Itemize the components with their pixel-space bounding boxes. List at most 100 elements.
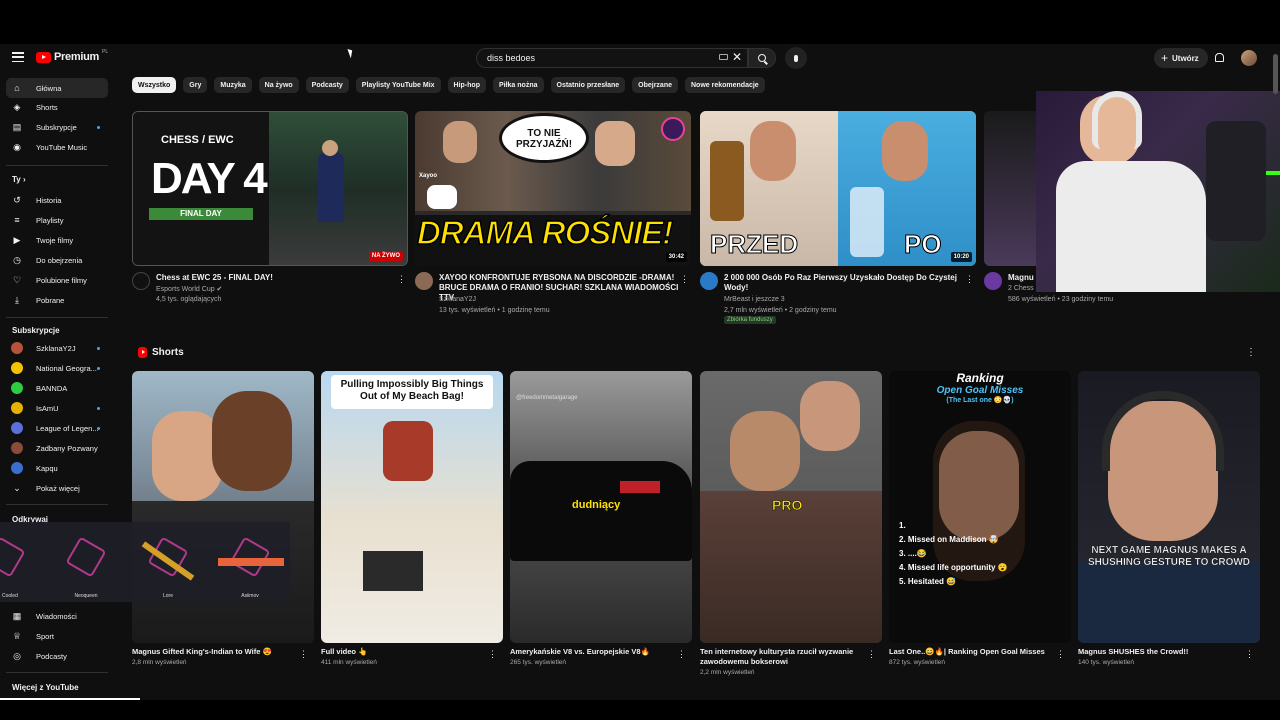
short-title[interactable]: Last One..😄🔥| Ranking Open Goal Misses bbox=[889, 647, 1049, 657]
podcast-icon: ◎ bbox=[13, 650, 21, 661]
channel-avatar[interactable] bbox=[415, 272, 433, 290]
video-title[interactable]: 2 000 000 Osób Po Raz Pierwszy Uzyskało … bbox=[724, 273, 964, 293]
subscription-item[interactable]: Kapqu bbox=[6, 458, 108, 478]
skin-item: Neoqueen bbox=[50, 522, 122, 602]
sidebar-item-home[interactable]: ⌂ Główna bbox=[6, 78, 108, 98]
sidebar-item-downloads[interactable]: ⤓ Pobrane bbox=[6, 290, 108, 310]
sidebar-item-news[interactable]: ▦ Wiadomości bbox=[6, 606, 108, 626]
youtube-premium-logo[interactable]: Premium PL bbox=[36, 49, 109, 63]
more-options-icon[interactable]: ⋮ bbox=[1056, 649, 1065, 660]
short-thumbnail[interactable]: PRO bbox=[700, 371, 882, 643]
more-options-icon[interactable]: ⋮ bbox=[1245, 649, 1254, 660]
sidebar-item-your-videos[interactable]: ▶ Twoje filmy bbox=[6, 230, 108, 250]
chip-recently-uploaded[interactable]: Ostatnio przesłane bbox=[550, 77, 626, 93]
short-thumbnail[interactable] bbox=[132, 371, 314, 643]
sidebar-item-podcasts[interactable]: ◎ Podcasty bbox=[6, 646, 108, 666]
chip-football[interactable]: Piłka nożna bbox=[492, 77, 544, 93]
short-title[interactable]: Magnus SHUSHES the Crowd!! bbox=[1078, 647, 1238, 657]
video-title[interactable]: Chess at EWC 25 - FINAL DAY! bbox=[156, 273, 396, 283]
video-thumbnail[interactable]: TO NIE PRZYJAŹŃ! Xayoo DRAMA ROŚNIE! 30:… bbox=[415, 111, 691, 266]
more-options-icon[interactable]: ⋮ bbox=[867, 649, 876, 660]
short-thumbnail[interactable]: Pulling Impossibly Big Things Out of My … bbox=[321, 371, 503, 643]
channel-name[interactable]: 2 Chess bbox=[1008, 285, 1034, 292]
chip-podcasts[interactable]: Podcasty bbox=[305, 77, 349, 93]
channel-name[interactable]: SzklanaY2J bbox=[439, 296, 476, 303]
chip-games[interactable]: Gry bbox=[183, 77, 208, 93]
channel-name[interactable]: MrBeast i jeszcze 3 bbox=[724, 296, 785, 303]
account-avatar[interactable] bbox=[1241, 50, 1257, 66]
search-button[interactable] bbox=[748, 48, 776, 68]
sidebar-item-label: Kapqu bbox=[36, 463, 58, 473]
short-thumbnail[interactable]: Ranking Open Goal Misses (The Last one 😳… bbox=[889, 371, 1071, 643]
new-content-dot bbox=[97, 125, 100, 129]
more-options-icon[interactable]: ⋮ bbox=[965, 274, 974, 285]
more-options-icon[interactable]: ⋮ bbox=[488, 649, 497, 660]
short-thumbnail[interactable]: @freedommetalgarage dudniący bbox=[510, 371, 692, 643]
video-thumbnail[interactable]: CHESS / EWC DAY 4 FINAL DAY NA ŻYWO bbox=[132, 111, 408, 266]
channel-avatar[interactable] bbox=[984, 272, 1002, 290]
voice-search-button[interactable] bbox=[785, 47, 807, 69]
microphone-icon bbox=[794, 54, 798, 62]
sidebar-item-youtube-music[interactable]: ◉ YouTube Music bbox=[6, 137, 108, 157]
sidebar-item-playlists[interactable]: ≡ Playlisty bbox=[6, 210, 108, 230]
sidebar-item-label: Pokaż więcej bbox=[36, 483, 80, 493]
skin-item: Asiimov bbox=[214, 522, 286, 602]
chip-live[interactable]: Na żywo bbox=[258, 77, 299, 93]
channel-name[interactable]: Esports World Cup ✔ bbox=[156, 285, 222, 293]
chip-watched[interactable]: Obejrzane bbox=[632, 77, 678, 93]
short-title[interactable]: Amerykańskie V8 vs. Europejskie V8🔥 bbox=[510, 647, 670, 657]
more-options-icon[interactable]: ⋮ bbox=[677, 649, 686, 660]
clear-search-icon[interactable]: ✕ bbox=[732, 51, 742, 63]
chip-music[interactable]: Muzyka bbox=[214, 77, 252, 93]
video-thumbnail[interactable] bbox=[984, 111, 1044, 266]
more-options-icon[interactable]: ⋮ bbox=[1246, 347, 1256, 358]
notifications-bell-icon[interactable] bbox=[1215, 53, 1224, 62]
sidebar-item-subscriptions[interactable]: ▤ Subskrypcje bbox=[6, 117, 108, 137]
masthead: Premium PL diss bedoes ✕ + Utwórz bbox=[0, 44, 1280, 72]
video-thumbnail[interactable]: PRZED PO 10:20 bbox=[700, 111, 976, 266]
keyboard-icon[interactable] bbox=[719, 54, 728, 60]
sidebar-item-watch-later[interactable]: ◷ Do obejrzenia bbox=[6, 250, 108, 270]
short-title[interactable]: Ten internetowy kulturysta rzucił wyzwan… bbox=[700, 647, 860, 667]
skin-item: Lore bbox=[132, 522, 204, 602]
subscription-item[interactable]: BANNDA bbox=[6, 378, 108, 398]
create-button[interactable]: + Utwórz bbox=[1154, 48, 1208, 68]
chip-all[interactable]: Wszystko bbox=[132, 77, 177, 93]
chip-new-recommendations[interactable]: Nowe rekomendacje bbox=[685, 77, 765, 93]
short-title[interactable]: Magnus Gifted King's-Indian to Wife 😍 bbox=[132, 647, 292, 657]
sidebar-item-sport[interactable]: ♕ Sport bbox=[6, 626, 108, 646]
more-from-youtube-heading: Więcej z YouTube bbox=[12, 683, 79, 692]
short-thumbnail[interactable]: NEXT GAME MAGNUS MAKES A SHUSHING GESTUR… bbox=[1078, 371, 1260, 643]
sidebar-item-history[interactable]: ↺ Historia bbox=[6, 190, 108, 210]
chip-youtube-mix[interactable]: Playlisty YouTube Mix bbox=[355, 77, 441, 93]
search-input[interactable]: diss bedoes bbox=[476, 48, 748, 68]
short-title[interactable]: Full video 👆 bbox=[321, 647, 481, 657]
short-stats: 140 tys. wyświetleń bbox=[1078, 659, 1134, 666]
video-stats: 4,5 tys. oglądających bbox=[156, 296, 222, 303]
more-options-icon[interactable]: ⋮ bbox=[680, 274, 689, 285]
show-more-button[interactable]: ⌄ Pokaż więcej bbox=[6, 478, 108, 498]
logo-region: PL bbox=[101, 49, 109, 55]
more-options-icon[interactable]: ⋮ bbox=[299, 649, 308, 660]
short-stats: 2,8 mln wyświetleń bbox=[132, 659, 187, 666]
thumbnail-text: PO bbox=[904, 229, 943, 260]
short-meta: Magnus SHUSHES the Crowd!! 140 tys. wyśw… bbox=[1078, 647, 1260, 666]
sidebar-item-shorts[interactable]: ◈ Shorts bbox=[6, 97, 108, 117]
scrollbar[interactable] bbox=[1273, 54, 1278, 94]
channel-avatar[interactable] bbox=[700, 272, 718, 290]
menu-icon[interactable] bbox=[12, 52, 24, 62]
more-options-icon[interactable]: ⋮ bbox=[397, 274, 406, 285]
sidebar-item-label: YouTube Music bbox=[36, 142, 88, 152]
new-content-dot bbox=[97, 406, 100, 410]
headset bbox=[1102, 391, 1224, 471]
subscription-item[interactable]: League of Legen... bbox=[6, 418, 108, 438]
subscription-item[interactable]: National Geogra... bbox=[6, 358, 108, 378]
subscription-item[interactable]: SzklanaY2J bbox=[6, 338, 108, 358]
short-stats: 872 tys. wyświetleń bbox=[889, 659, 945, 666]
chip-hip-hop[interactable]: Hip-hop bbox=[447, 77, 486, 93]
subscription-item[interactable]: IsAmU bbox=[6, 398, 108, 418]
you-heading[interactable]: Ty › bbox=[12, 175, 26, 184]
channel-avatar[interactable] bbox=[132, 272, 150, 290]
subscription-item[interactable]: Zadbany Pozwany bbox=[6, 438, 108, 458]
sidebar-item-liked-videos[interactable]: ♡ Polubione filmy bbox=[6, 270, 108, 290]
